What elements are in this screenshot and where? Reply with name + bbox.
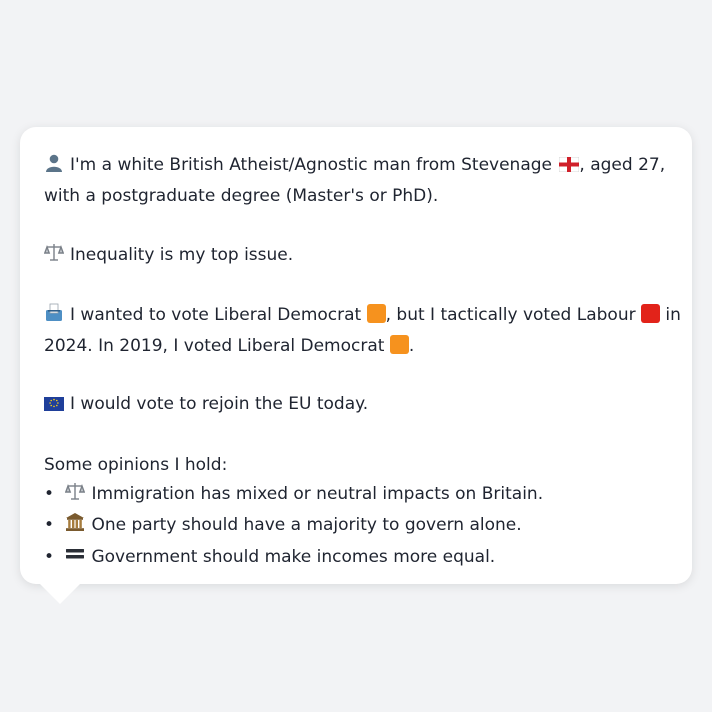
ballot-box-icon bbox=[44, 302, 64, 332]
liberal-democrat-color-square bbox=[366, 303, 386, 323]
equals-icon bbox=[65, 544, 85, 574]
list-item: • Government should make incomes more eq… bbox=[44, 543, 676, 574]
liberal-democrat-color-square bbox=[389, 335, 409, 355]
england-flag-icon bbox=[559, 153, 580, 182]
vote-paragraph: I wanted to vote Liberal Democrat , but … bbox=[44, 301, 681, 362]
bubble-tail bbox=[40, 584, 80, 604]
eu-flag-icon bbox=[44, 392, 64, 421]
list-item: • One party should have a majority to go… bbox=[44, 511, 676, 542]
classical-building-icon bbox=[65, 512, 85, 542]
profile-line-2: with a postgraduate degree (Master's or … bbox=[44, 186, 439, 207]
profile-line-1: I'm a white British Atheist/Agnostic man… bbox=[44, 151, 676, 182]
labour-color-square bbox=[641, 303, 660, 323]
opinions-section: Some opinions I hold: • Immigration has … bbox=[44, 451, 676, 574]
scales-icon bbox=[43, 242, 65, 272]
eu-paragraph: I would vote to rejoin the EU today. bbox=[44, 390, 676, 421]
bullet: • bbox=[44, 546, 55, 567]
eu-text: I would vote to rejoin the EU today. bbox=[70, 394, 369, 415]
vote-line-2: 2024. In 2019, I voted Liberal Democrat … bbox=[44, 335, 415, 357]
bullet: • bbox=[44, 515, 55, 536]
profile-paragraph: I'm a white British Atheist/Agnostic man… bbox=[44, 151, 676, 212]
opinions-heading: Some opinions I hold: bbox=[44, 454, 228, 475]
person-icon bbox=[44, 152, 64, 182]
bullet: • bbox=[44, 484, 55, 505]
vote-line-1: I wanted to vote Liberal Democrat , but … bbox=[44, 301, 681, 332]
issue-text: Inequality is my top issue. bbox=[70, 244, 294, 265]
message-bubble: I'm a white British Atheist/Agnostic man… bbox=[20, 127, 692, 584]
issue-paragraph: Inequality is my top issue. bbox=[43, 241, 676, 272]
scales-icon bbox=[65, 481, 86, 511]
list-item: • Immigration has mixed or neutral impac… bbox=[44, 480, 676, 511]
